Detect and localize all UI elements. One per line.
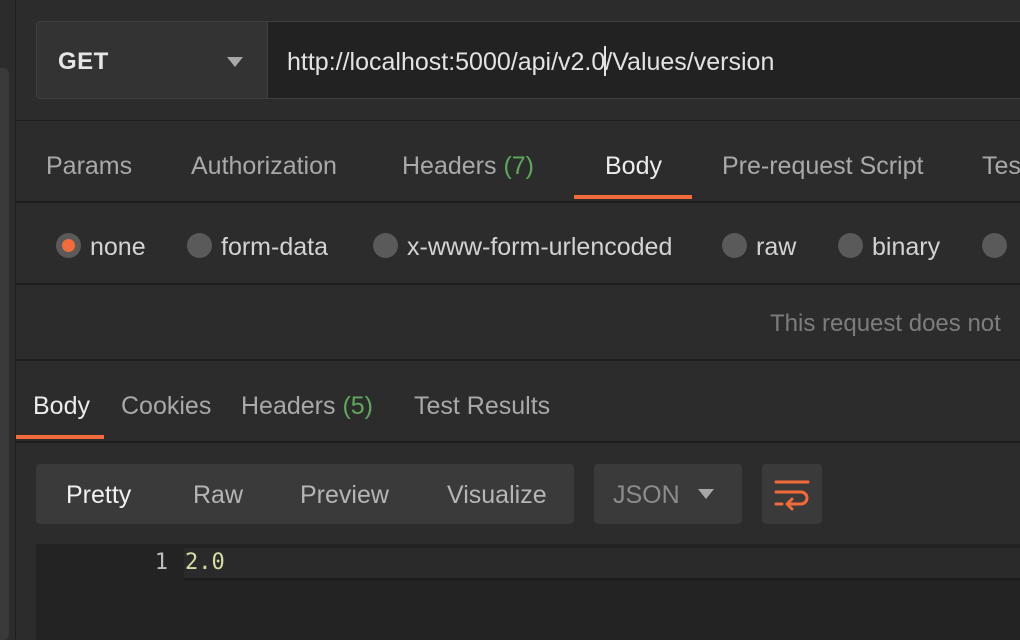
radio-icon	[722, 233, 747, 258]
response-format-select[interactable]: JSON	[594, 464, 742, 524]
url-text-after-caret: /Values/version	[605, 48, 775, 76]
active-line-highlight	[184, 548, 1020, 580]
view-preview-button[interactable]: Preview	[300, 481, 389, 510]
response-tab-test-results[interactable]: Test Results	[414, 392, 550, 421]
method-label: GET	[58, 48, 109, 75]
response-body-editor[interactable]: 1 2.0	[36, 544, 1020, 640]
active-response-tab-indicator	[16, 435, 104, 439]
response-tab-cookies[interactable]: Cookies	[121, 392, 211, 421]
response-headers-count-badge: (5)	[342, 392, 374, 420]
url-bar: GET http://localhost:5000/api/v2.0/Value…	[16, 0, 1020, 121]
wrap-lines-button[interactable]	[762, 464, 822, 524]
url-text-before-caret: http://localhost:5000/api/v2.0	[287, 48, 606, 76]
view-raw-button[interactable]: Raw	[193, 481, 243, 510]
tab-label: Params	[46, 152, 133, 180]
response-tab-headers[interactable]: Headers (5)	[241, 392, 373, 421]
tab-label: Test Results	[414, 392, 551, 420]
response-tabs: Body Cookies Headers (5) Test Results	[16, 362, 1020, 443]
radio-label: form-data	[221, 233, 328, 261]
tab-label: Authorization	[191, 152, 337, 180]
radio-icon	[187, 233, 212, 258]
radio-icon	[838, 233, 863, 258]
tab-headers[interactable]: Headers (7)	[402, 152, 534, 181]
active-tab-indicator	[574, 195, 692, 199]
tab-pre-request-script[interactable]: Pre-request Script	[722, 152, 923, 181]
response-format-label: JSON	[613, 481, 680, 509]
body-empty-message: This request does not	[770, 310, 1001, 337]
url-input[interactable]: http://localhost:5000/api/v2.0/Values/ve…	[268, 21, 1020, 99]
tab-label: Pre-request Script	[722, 152, 924, 180]
tab-label: Cookies	[121, 392, 212, 420]
radio-label: raw	[756, 233, 797, 261]
tab-label: Body	[33, 392, 90, 420]
radio-selected-icon	[56, 233, 81, 258]
headers-count-badge: (7)	[503, 152, 535, 180]
response-view-toggle: Pretty Raw Preview Visualize	[36, 464, 574, 524]
tab-body[interactable]: Body	[605, 152, 662, 181]
url-text: http://localhost:5000/api/v2.0/Values/ve…	[287, 46, 774, 77]
radio-icon	[982, 233, 1007, 258]
response-code-line: 2.0	[185, 550, 225, 575]
radio-label: x-www-form-urlencoded	[407, 233, 673, 261]
request-workspace: GET http://localhost:5000/api/v2.0/Value…	[16, 0, 1020, 640]
view-visualize-button[interactable]: Visualize	[447, 481, 547, 510]
request-tabs: Params Authorization Headers (7) Body Pr…	[16, 122, 1020, 203]
view-pretty-button[interactable]: Pretty	[66, 481, 131, 510]
tab-tests[interactable]: Tes	[982, 152, 1020, 181]
tab-params[interactable]: Params	[46, 152, 132, 181]
wrap-lines-icon	[774, 480, 810, 511]
body-type-options: none form-data x-www-form-urlencoded raw…	[16, 204, 1020, 285]
line-number: 1	[154, 550, 168, 575]
tab-authorization[interactable]: Authorization	[191, 152, 337, 181]
tab-label: Tes	[982, 152, 1020, 180]
chevron-down-icon	[227, 57, 243, 67]
radio-label: none	[90, 233, 146, 261]
body-empty-state: This request does not	[16, 286, 1020, 361]
tab-label: Headers	[402, 152, 497, 180]
tab-label: Headers	[241, 392, 336, 420]
method-select[interactable]: GET	[36, 21, 268, 99]
chevron-down-icon	[698, 489, 714, 499]
response-tab-body[interactable]: Body	[33, 392, 90, 421]
left-panel-scrollbar[interactable]	[0, 68, 9, 640]
tab-label: Body	[605, 152, 662, 180]
radio-label: binary	[872, 233, 941, 261]
radio-icon	[373, 233, 398, 258]
